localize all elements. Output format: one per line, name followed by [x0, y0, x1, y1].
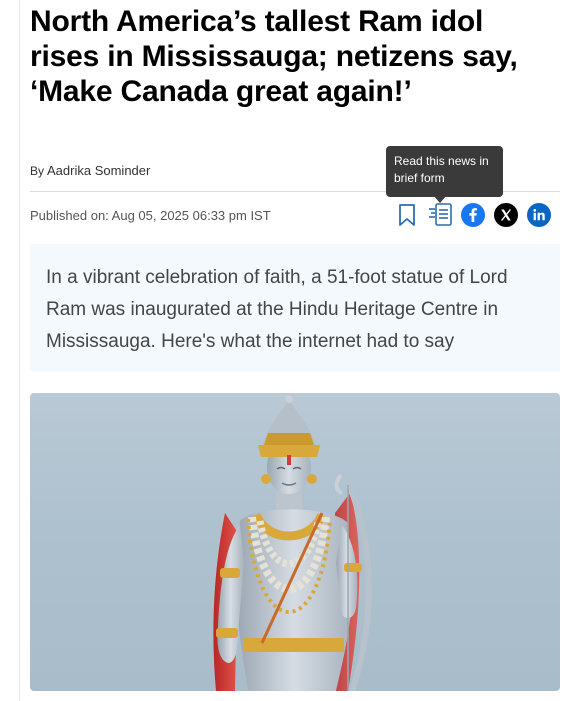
- article-summary: In a vibrant celebration of faith, a 51-…: [46, 267, 508, 352]
- x-icon: [501, 209, 511, 221]
- facebook-share-button[interactable]: [461, 203, 485, 227]
- linkedin-share-button[interactable]: [527, 203, 551, 227]
- linkedin-icon: [533, 209, 545, 221]
- bookmark-icon: [399, 204, 415, 226]
- left-page-edge: [0, 0, 20, 701]
- brief-news-icon: [429, 203, 452, 226]
- facebook-icon: [469, 208, 477, 222]
- tooltip-arrow: [434, 196, 446, 203]
- byline-prefix: By: [30, 164, 45, 178]
- bookmark-button[interactable]: [396, 202, 418, 228]
- article-summary-box: In a vibrant celebration of faith, a 51-…: [30, 244, 560, 371]
- brief-news-button[interactable]: [426, 202, 456, 228]
- byline: By Aadrika Sominder: [30, 163, 150, 178]
- author-link[interactable]: Aadrika Sominder: [47, 163, 150, 178]
- hero-image: [30, 393, 560, 691]
- published-date: Published on: Aug 05, 2025 06:33 pm IST: [30, 208, 271, 223]
- article-headline: North America’s tallest Ram idol rises i…: [30, 5, 518, 108]
- lord-ram-statue-image: [213, 395, 372, 691]
- brief-news-tooltip: Read this news in brief form: [386, 146, 503, 197]
- x-share-button[interactable]: [494, 203, 518, 227]
